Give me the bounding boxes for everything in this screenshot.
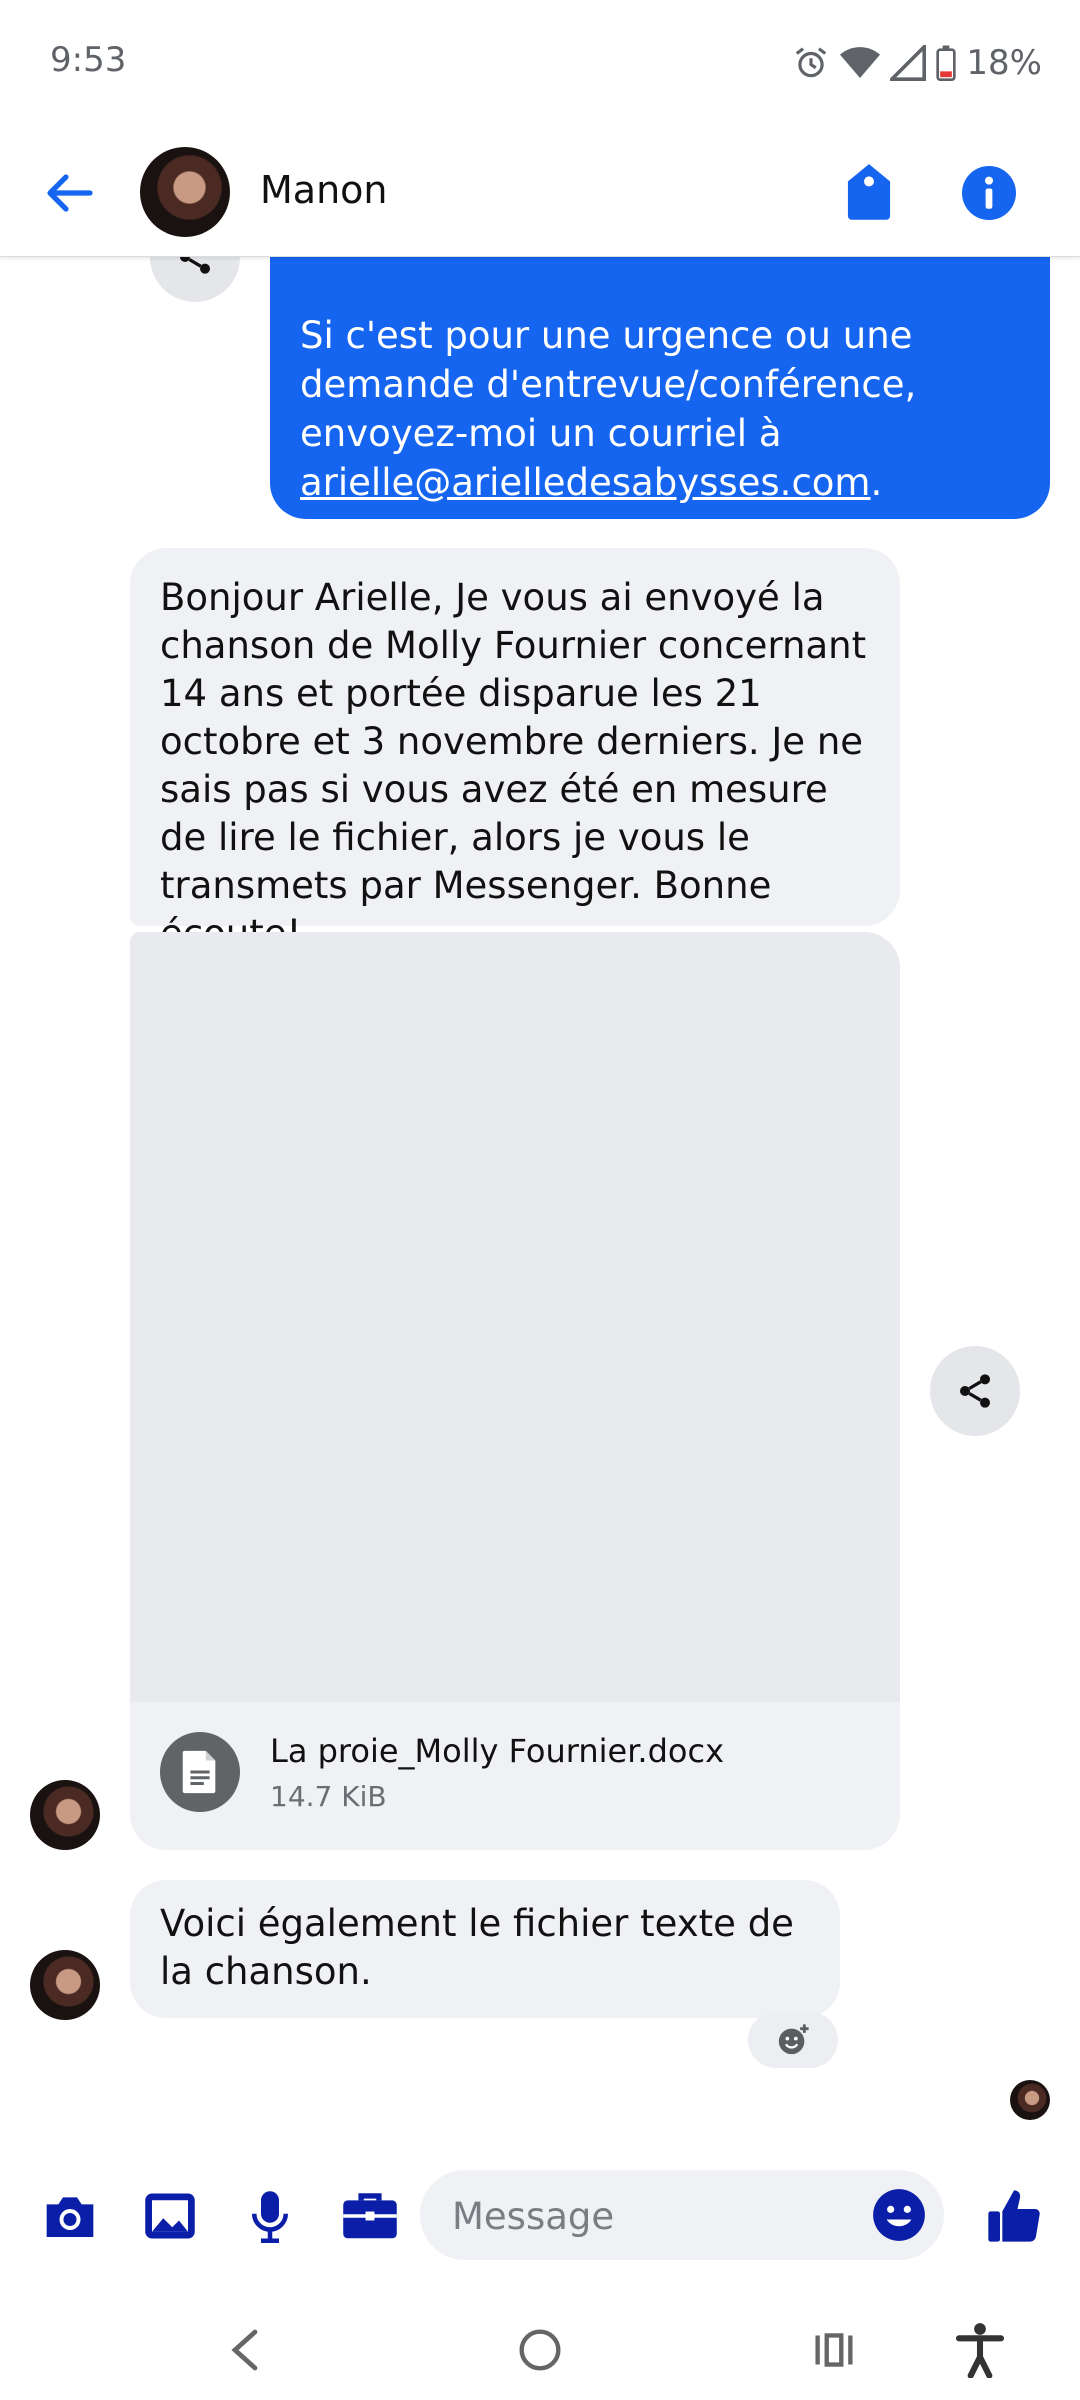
sender-avatar[interactable]	[30, 1950, 100, 2020]
wifi-icon	[840, 47, 881, 78]
seen-receipt-avatar	[1010, 2080, 1050, 2120]
nav-home-button[interactable]	[500, 2310, 580, 2390]
share-button[interactable]	[930, 1346, 1020, 1436]
incoming-message[interactable]: Bonjour Arielle, Je vous ai envoyé la ch…	[130, 548, 900, 955]
briefcase-button[interactable]	[338, 2186, 402, 2246]
attachment-file-name: La proie_Molly Fournier.docx	[270, 1732, 724, 1770]
voice-button[interactable]	[238, 2186, 302, 2246]
accessibility-icon	[956, 2323, 1004, 2378]
microphone-icon	[252, 2191, 288, 2243]
nav-home-icon	[519, 2329, 561, 2371]
share-icon	[960, 1374, 990, 1408]
contact-avatar[interactable]	[140, 147, 230, 237]
attachment-file-size: 14.7 KiB	[270, 1780, 387, 1813]
battery-icon	[936, 45, 957, 81]
status-icons: 18%	[792, 40, 1042, 86]
tag-icon	[847, 164, 891, 220]
conversation-header: Manon	[0, 130, 1080, 257]
back-arrow-icon	[47, 174, 93, 212]
tag-button[interactable]	[846, 162, 896, 224]
briefcase-icon	[343, 2193, 397, 2239]
add-reaction-icon	[778, 2024, 809, 2055]
message-input-container[interactable]	[420, 2170, 944, 2262]
contact-name[interactable]: Manon	[260, 168, 388, 212]
nav-recents-icon	[815, 2333, 853, 2367]
incoming-message[interactable]: Voici également le fichier texte de la c…	[130, 1880, 840, 2018]
accessibility-button[interactable]	[940, 2310, 1020, 2390]
sender-avatar[interactable]	[30, 1780, 100, 1850]
gallery-button[interactable]	[138, 2186, 202, 2246]
status-time: 9:53	[50, 40, 127, 80]
outgoing-text-end: .	[870, 461, 883, 504]
email-link[interactable]: arielle@arielledesabysses.com	[300, 461, 870, 504]
nav-back-icon	[231, 2329, 258, 2371]
attachment-preview[interactable]	[130, 932, 900, 1702]
camera-icon	[46, 2197, 94, 2237]
nav-back-button[interactable]	[205, 2310, 285, 2390]
nav-recents-button[interactable]	[794, 2310, 874, 2390]
camera-button[interactable]	[38, 2186, 102, 2246]
message-input[interactable]	[450, 2170, 874, 2262]
gallery-icon	[145, 2193, 195, 2239]
add-reaction-button[interactable]	[748, 2012, 838, 2068]
thumbs-up-icon	[988, 2190, 1040, 2242]
emoji-icon[interactable]	[872, 2188, 926, 2242]
battery-percent: 18%	[966, 43, 1042, 83]
document-icon	[160, 1732, 240, 1812]
outgoing-message[interactable]: Si c'est pour une urgence ou une demande…	[270, 255, 1050, 519]
like-button[interactable]	[982, 2186, 1046, 2246]
outgoing-text: Si c'est pour une urgence ou une demande…	[300, 314, 917, 455]
alarm-icon	[796, 47, 827, 78]
file-attachment[interactable]: La proie_Molly Fournier.docx 14.7 KiB	[130, 932, 900, 1850]
back-button[interactable]	[40, 163, 100, 223]
info-button[interactable]	[962, 166, 1018, 222]
info-icon	[962, 166, 1016, 220]
signal-icon	[890, 45, 927, 81]
